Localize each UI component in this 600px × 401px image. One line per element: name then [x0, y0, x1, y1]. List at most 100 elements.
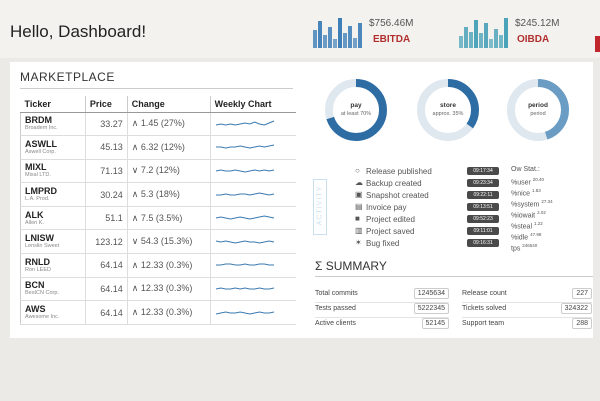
- stat-label: tps: [511, 245, 521, 253]
- marketplace-title: MARKETPLACE: [20, 70, 115, 84]
- activity-text: Project edited: [366, 215, 415, 224]
- activity-item[interactable]: ○ Release published 09:17:34: [355, 166, 500, 177]
- stat-value: 2.02: [537, 210, 546, 215]
- donut-title: period: [528, 102, 548, 109]
- sparkline: [215, 240, 274, 244]
- summary-label: Active clients: [315, 320, 356, 327]
- sparkline-path: [215, 240, 274, 244]
- dashboard-panel: MARKETPLACE Ticker Price Change Weekly C…: [10, 62, 593, 338]
- ticker-symbol: BCN: [25, 280, 45, 291]
- summary-label: Tests passed: [315, 305, 356, 312]
- ticker-cell: ASWLL Aswell Corp.: [20, 135, 86, 160]
- table-row[interactable]: AWS Awesome Inc. 64.14 ∧ 12.33 (0.3%): [20, 300, 296, 325]
- activity-tab[interactable]: ACTIVITY: [313, 179, 327, 235]
- change-cell: ∧ 12.33 (0.3%): [126, 277, 211, 302]
- summary-row: Tests passed 5222345: [315, 303, 449, 316]
- kpi-bar: [323, 34, 327, 48]
- price-cell: 45.13: [84, 135, 128, 160]
- activity-item[interactable]: ▤ Invoice pay 09:13:51: [355, 202, 500, 213]
- sparkline: [215, 144, 274, 149]
- stat-label: %idle: [511, 234, 529, 242]
- table-row[interactable]: LMPRD L.A. Prod. 30.24 ∧ 5.3 (18%): [20, 182, 296, 207]
- activity-item[interactable]: ▥ Project saved 09:11:01: [355, 226, 500, 237]
- company-name: Ron LEED: [25, 266, 51, 273]
- ticker-cell: BRDM Broadem Inc.: [20, 112, 86, 137]
- activity-time-badge: 09:11:01: [467, 227, 499, 235]
- activity-item[interactable]: ■ Project edited 09:52:23: [355, 214, 500, 225]
- ticker-cell: ALK Allen K.: [20, 206, 86, 231]
- snapshot-icon: ▣: [355, 190, 363, 199]
- kpi-bar: [474, 19, 478, 48]
- stat-label: %steal: [511, 223, 533, 231]
- bug-icon: ✶: [355, 238, 362, 247]
- release-icon: ○: [355, 166, 360, 175]
- column-header-change[interactable]: Change: [126, 96, 211, 113]
- table-row[interactable]: BRDM Broadem Inc. 33.27 ∧ 1.45 (27%): [20, 112, 296, 137]
- weekly-chart-cell: [209, 182, 296, 207]
- price-cell: 30.24: [84, 182, 128, 207]
- kpi-label: OIBDA: [517, 34, 550, 45]
- activity-text: Release published: [366, 167, 432, 176]
- activity-time-badge: 09:52:23: [467, 215, 499, 223]
- stat-row: %idle 47.98: [511, 232, 541, 241]
- activity-text: Backup created: [366, 179, 422, 188]
- kpi-value: $245.12M: [515, 18, 560, 29]
- sparkline: [215, 120, 274, 126]
- table-row[interactable]: ALK Allen K. 51.1 ∧ 7.5 (3.5%): [20, 206, 296, 231]
- column-header-weekly-chart[interactable]: Weekly Chart: [209, 96, 296, 113]
- weekly-chart-cell: [209, 300, 296, 325]
- summary-label: Tickets solved: [462, 305, 507, 312]
- table-row[interactable]: MIXL Mixal LTD. 71.13 ∨ 7.2 (12%): [20, 159, 296, 184]
- change-cell: ∧ 12.33 (0.3%): [126, 300, 211, 325]
- kpi-bar: [353, 37, 357, 48]
- summary-row: Tickets solved 324322: [462, 303, 592, 316]
- stat-value: 1.22: [533, 221, 543, 226]
- column-header-price[interactable]: Price: [84, 96, 128, 113]
- activity-text: Snapshot created: [366, 191, 429, 200]
- sparkline-path: [215, 215, 274, 220]
- activity-item[interactable]: ✶ Bug fixed 09:16:31: [355, 238, 500, 249]
- activity-item[interactable]: ☁ Backup created 09:23:34: [355, 178, 500, 189]
- table-row[interactable]: ASWLL Aswell Corp. 45.13 ∧ 6.32 (12%): [20, 135, 296, 160]
- sparkline: [215, 169, 274, 173]
- table-row[interactable]: BCN BestCN Corp. 64.14 ∧ 12.33 (0.3%): [20, 277, 296, 302]
- stat-label: %system: [511, 201, 540, 209]
- summary-value: 288: [572, 318, 592, 329]
- change-cell: ∧ 1.45 (27%): [126, 112, 211, 137]
- stat-label: %nice: [511, 190, 531, 198]
- company-name: Allen K.: [25, 219, 44, 226]
- summary-row: Support team 288: [462, 318, 592, 331]
- activity-time-badge: 09:23:34: [467, 179, 499, 187]
- kpi-bar: [318, 21, 322, 48]
- company-name: Mixal LTD.: [25, 172, 51, 179]
- divider: [20, 88, 293, 89]
- ticker-symbol: LNISW: [25, 233, 54, 244]
- ticker-symbol: AWS: [25, 304, 46, 315]
- column-header-ticker[interactable]: Ticker: [20, 96, 86, 113]
- ticker-symbol: ALK: [25, 209, 44, 220]
- activity-item[interactable]: ▣ Snapshot created 09:22:11: [355, 190, 500, 201]
- ticker-symbol: ASWLL: [25, 138, 57, 149]
- page-title: Hello, Dashboard!: [10, 22, 147, 41]
- summary-label: Release count: [462, 290, 507, 297]
- ticker-symbol: RNLD: [25, 256, 50, 267]
- stat-value: 20.40: [532, 177, 545, 182]
- company-name: Broadem Inc.: [25, 125, 58, 132]
- change-cell: ∨ 7.2 (12%): [126, 159, 211, 184]
- ticker-cell: RNLD Ron LEED: [20, 253, 86, 278]
- donut-subtitle: at least 70%: [340, 111, 372, 117]
- table-row[interactable]: RNLD Ron LEED 64.14 ∧ 12.33 (0.3%): [20, 253, 296, 278]
- kpi-bar: [328, 27, 332, 48]
- activity-time-badge: 09:22:11: [467, 191, 499, 199]
- price-cell: 64.14: [84, 277, 128, 302]
- summary-value: 52145: [421, 318, 449, 329]
- table-row[interactable]: LNISW Lenslin Sweet 123.12 ∨ 54.3 (15.3%): [20, 229, 296, 255]
- summary-label: Support team: [462, 320, 505, 327]
- divider: [315, 276, 593, 277]
- accent-mark: [595, 36, 600, 52]
- company-name: L.A. Prod.: [25, 196, 50, 203]
- price-cell: 71.13: [84, 159, 128, 184]
- kpi-bar: [343, 33, 347, 48]
- kpi-bar: [358, 22, 362, 48]
- stat-label: %iowait: [511, 212, 536, 220]
